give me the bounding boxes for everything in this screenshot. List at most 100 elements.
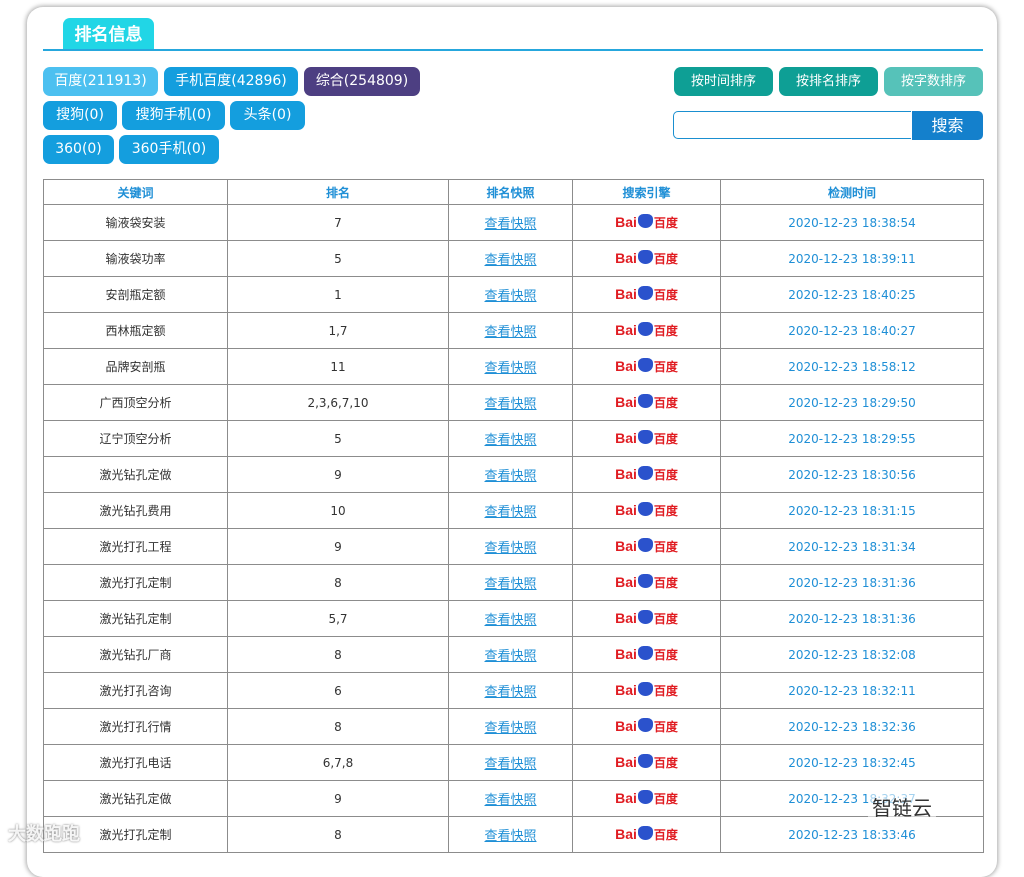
view-snapshot-link[interactable]: 查看快照 (484, 217, 536, 232)
rank-cell: 11 (227, 348, 449, 385)
view-snapshot-link[interactable]: 查看快照 (484, 325, 536, 340)
watermark-left: 大数跑跑 (8, 824, 80, 845)
snapshot-cell: 查看快照 (448, 708, 573, 745)
view-snapshot-link[interactable]: 查看快照 (484, 361, 536, 376)
keyword-cell: 输液袋功率 (43, 240, 228, 277)
engine-cell: Bai 百度 (572, 816, 721, 853)
table-row: 激光钻孔定做 9 查看快照 Bai 百度 2020-12-23 18:32:37 (43, 780, 984, 817)
engine-cell: Bai 百度 (572, 744, 721, 781)
baidu-logo-icon: Bai 百度 (615, 682, 678, 698)
snapshot-cell: 查看快照 (448, 528, 573, 565)
table-row: 广西顶空分析 2,3,6,7,10 查看快照 Bai 百度 2020-12-23 18:2… (43, 384, 984, 421)
engine-cell: Bai 百度 (572, 348, 721, 385)
snapshot-cell: 查看快照 (448, 276, 573, 313)
rank-cell: 1 (227, 276, 449, 313)
rank-cell: 9 (227, 528, 449, 565)
view-snapshot-link[interactable]: 查看快照 (484, 505, 536, 520)
sort-by-length-button[interactable]: 按字数排序 (884, 67, 983, 96)
snapshot-cell: 查看快照 (448, 348, 573, 385)
filter-baidu-mobile-button[interactable]: 手机百度(42896) (164, 67, 298, 96)
table-row: 激光打孔定制 8 查看快照 Bai 百度 2020-12-23 18:33:46 (43, 816, 984, 853)
view-snapshot-link[interactable]: 查看快照 (484, 253, 536, 268)
baidu-logo-icon: Bai 百度 (615, 394, 678, 410)
rank-cell: 6,7,8 (227, 744, 449, 781)
baidu-logo-icon: Bai 百度 (615, 826, 678, 842)
table-row: 激光打孔电话 6,7,8 查看快照 Bai 百度 2020-12-23 18:32:45 (43, 744, 984, 781)
keyword-cell: 西林瓶定额 (43, 312, 228, 349)
baidu-logo-icon: Bai 百度 (615, 466, 678, 482)
filter-sogou-button[interactable]: 搜狗(0) (43, 101, 117, 130)
rank-cell: 8 (227, 708, 449, 745)
table-row: 激光钻孔厂商 8 查看快照 Bai 百度 2020-12-23 18:32:08 (43, 636, 984, 673)
keyword-cell: 激光钻孔定做 (43, 780, 228, 817)
view-snapshot-link[interactable]: 查看快照 (484, 397, 536, 412)
table-row: 激光钻孔费用 10 查看快照 Bai 百度 2020-12-23 18:31:15 (43, 492, 984, 529)
table-row: 激光打孔定制 8 查看快照 Bai 百度 2020-12-23 18:31:36 (43, 564, 984, 601)
view-snapshot-link[interactable]: 查看快照 (484, 541, 536, 556)
sort-by-rank-button[interactable]: 按排名排序 (779, 67, 878, 96)
view-snapshot-link[interactable]: 查看快照 (484, 613, 536, 628)
header-search-engine: 搜索引擎 (572, 179, 721, 205)
baidu-logo-icon: Bai 百度 (615, 502, 678, 518)
snapshot-cell: 查看快照 (448, 744, 573, 781)
keyword-cell: 激光打孔工程 (43, 528, 228, 565)
view-snapshot-link[interactable]: 查看快照 (484, 685, 536, 700)
engine-cell: Bai 百度 (572, 636, 721, 673)
rank-cell: 8 (227, 636, 449, 673)
check-time-cell: 2020-12-23 18:31:15 (720, 492, 984, 529)
section-title-tab: 排名信息 (63, 18, 154, 50)
search-button[interactable]: 搜索 (912, 111, 983, 140)
view-snapshot-link[interactable]: 查看快照 (484, 757, 536, 772)
snapshot-cell: 查看快照 (448, 564, 573, 601)
keyword-cell: 激光钻孔定做 (43, 456, 228, 493)
table-row: 激光打孔咨询 6 查看快照 Bai 百度 2020-12-23 18:32:11 (43, 672, 984, 709)
header-rank: 排名 (227, 179, 449, 205)
filter-combined-button[interactable]: 综合(254809) (304, 67, 420, 96)
sort-by-time-button[interactable]: 按时间排序 (674, 67, 773, 96)
keyword-cell: 激光钻孔费用 (43, 492, 228, 529)
rank-cell: 9 (227, 780, 449, 817)
check-time-cell: 2020-12-23 18:33:46 (720, 816, 984, 853)
filter-baidu-button[interactable]: 百度(211913) (43, 67, 158, 96)
baidu-logo-icon: Bai 百度 (615, 574, 678, 590)
check-time-cell: 2020-12-23 18:40:25 (720, 276, 984, 313)
check-time-cell: 2020-12-23 18:29:50 (720, 384, 984, 421)
table-row: 激光钻孔定做 9 查看快照 Bai 百度 2020-12-23 18:30:56 (43, 456, 984, 493)
view-snapshot-link[interactable]: 查看快照 (484, 469, 536, 484)
snapshot-cell: 查看快照 (448, 312, 573, 349)
check-time-cell: 2020-12-23 18:30:56 (720, 456, 984, 493)
baidu-logo-icon: Bai 百度 (615, 286, 678, 302)
baidu-logo-icon: Bai 百度 (615, 718, 678, 734)
snapshot-cell: 查看快照 (448, 456, 573, 493)
engine-cell: Bai 百度 (572, 384, 721, 421)
filter-360-mobile-button[interactable]: 360手机(0) (119, 135, 219, 164)
view-snapshot-link[interactable]: 查看快照 (484, 829, 536, 844)
rank-cell: 9 (227, 456, 449, 493)
snapshot-cell: 查看快照 (448, 780, 573, 817)
check-time-cell: 2020-12-23 18:29:55 (720, 420, 984, 457)
filter-360-button[interactable]: 360(0) (43, 135, 114, 164)
table-row: 品牌安剖瓶 11 查看快照 Bai 百度 2020-12-23 18:58:12 (43, 348, 984, 385)
view-snapshot-link[interactable]: 查看快照 (484, 721, 536, 736)
check-time-cell: 2020-12-23 18:32:08 (720, 636, 984, 673)
snapshot-cell: 查看快照 (448, 420, 573, 457)
rank-cell: 5,7 (227, 600, 449, 637)
view-snapshot-link[interactable]: 查看快照 (484, 649, 536, 664)
view-snapshot-link[interactable]: 查看快照 (484, 433, 536, 448)
view-snapshot-link[interactable]: 查看快照 (484, 577, 536, 592)
view-snapshot-link[interactable]: 查看快照 (484, 793, 536, 808)
filter-sogou-mobile-button[interactable]: 搜狗手机(0) (122, 101, 225, 130)
snapshot-cell: 查看快照 (448, 816, 573, 853)
table-header-row: 关键词 排名 排名快照 搜索引擎 检测时间 (43, 179, 984, 205)
rank-cell: 8 (227, 564, 449, 601)
keyword-cell: 品牌安剖瓶 (43, 348, 228, 385)
section-title-underline (43, 49, 983, 51)
filter-toutiao-button[interactable]: 头条(0) (230, 101, 305, 130)
search-input[interactable] (673, 111, 911, 139)
watermark-right: 智链云 (868, 790, 936, 823)
baidu-logo-icon: Bai 百度 (615, 214, 678, 230)
view-snapshot-link[interactable]: 查看快照 (484, 289, 536, 304)
check-time-cell: 2020-12-23 18:38:54 (720, 204, 984, 241)
snapshot-cell: 查看快照 (448, 204, 573, 241)
rank-cell: 7 (227, 204, 449, 241)
